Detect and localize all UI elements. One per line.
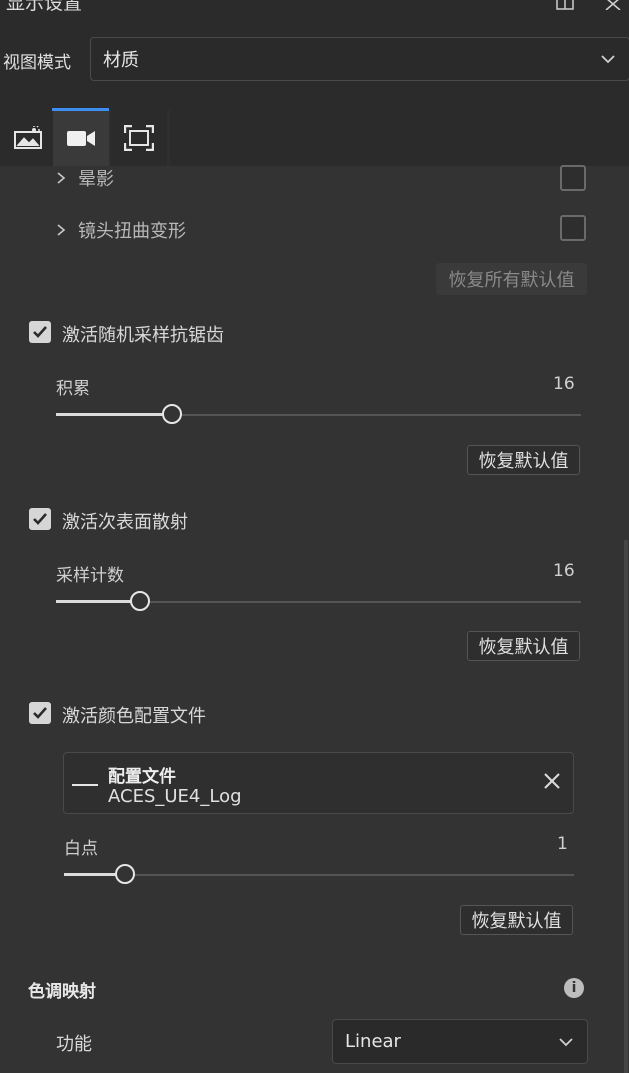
- panel-title: 显示设置: [6, 0, 83, 14]
- sss-checkbox[interactable]: [29, 508, 51, 530]
- profile-file-title: 配置文件: [108, 767, 176, 787]
- white-point-slider-thumb[interactable]: [115, 864, 136, 884]
- chevron-right-icon: [57, 172, 66, 184]
- vignette-checkbox[interactable]: [560, 165, 586, 191]
- function-select[interactable]: Linear: [332, 1019, 588, 1064]
- image-adjust-icon: [14, 126, 42, 149]
- lens-distortion-expander[interactable]: 镜头扭曲变形: [54, 217, 186, 243]
- sample-count-slider-fill: [56, 600, 140, 603]
- view-mode-value: 材质: [103, 50, 139, 71]
- vignette-expander[interactable]: 晕影: [54, 165, 114, 191]
- chevron-down-icon: [559, 1037, 573, 1046]
- checkmark-icon: [33, 707, 47, 719]
- dock-icon[interactable]: [556, 0, 574, 15]
- sss-label: 激活次表面散射: [62, 512, 188, 533]
- color-profile-label: 激活颜色配置文件: [62, 706, 206, 727]
- clear-profile-icon[interactable]: [542, 771, 562, 795]
- checkmark-icon: [33, 326, 47, 338]
- white-point-slider-track[interactable]: [64, 874, 574, 876]
- accumulation-value: 16: [553, 374, 575, 394]
- lens-distortion-checkbox[interactable]: [560, 215, 586, 241]
- camera-icon: [67, 131, 95, 146]
- accumulation-label: 积累: [56, 379, 90, 399]
- sss-reset-button[interactable]: 恢复默认值: [467, 631, 580, 661]
- close-panel-icon[interactable]: [604, 0, 622, 15]
- chevron-right-icon: [57, 224, 66, 236]
- checkmark-icon: [33, 513, 47, 525]
- tone-mapping-title: 色调映射: [28, 982, 96, 1002]
- white-point-value: 1: [557, 834, 568, 854]
- panel-header: [0, 0, 629, 26]
- minus-icon: [72, 784, 98, 786]
- sample-count-label: 采样计数: [56, 566, 124, 586]
- accumulation-slider-fill: [56, 413, 172, 416]
- info-icon[interactable]: i: [564, 978, 584, 998]
- color-profile-checkbox[interactable]: [29, 702, 51, 724]
- tab-fullscreen[interactable]: [111, 110, 167, 166]
- view-mode-select[interactable]: 材质: [90, 37, 629, 81]
- vignette-label: 晕影: [78, 169, 114, 190]
- sample-count-value: 16: [553, 561, 575, 581]
- lens-distortion-label: 镜头扭曲变形: [78, 221, 186, 242]
- white-point-label: 白点: [64, 839, 98, 859]
- sample-count-slider-thumb[interactable]: [130, 591, 150, 611]
- function-label: 功能: [56, 1034, 92, 1055]
- color-profile-reset-button[interactable]: 恢复默认值: [460, 905, 573, 935]
- accumulation-slider-thumb[interactable]: [161, 404, 182, 424]
- tab-camera[interactable]: [53, 110, 109, 166]
- active-tab-indicator: [52, 108, 109, 111]
- reset-all-defaults-button[interactable]: 恢复所有默认值: [436, 263, 587, 295]
- tab-image-adjust[interactable]: [0, 110, 56, 166]
- chevron-down-icon: [601, 55, 615, 64]
- scrollbar[interactable]: [624, 540, 628, 1073]
- fullscreen-icon: [124, 125, 154, 151]
- function-value: Linear: [345, 1031, 401, 1052]
- taa-checkbox[interactable]: [29, 321, 51, 343]
- profile-file-value: ACES_UE4_Log: [108, 786, 242, 807]
- taa-reset-button[interactable]: 恢复默认值: [467, 445, 580, 475]
- taa-label: 激活随机采样抗锯齿: [62, 325, 224, 346]
- view-mode-label: 视图模式: [3, 53, 71, 73]
